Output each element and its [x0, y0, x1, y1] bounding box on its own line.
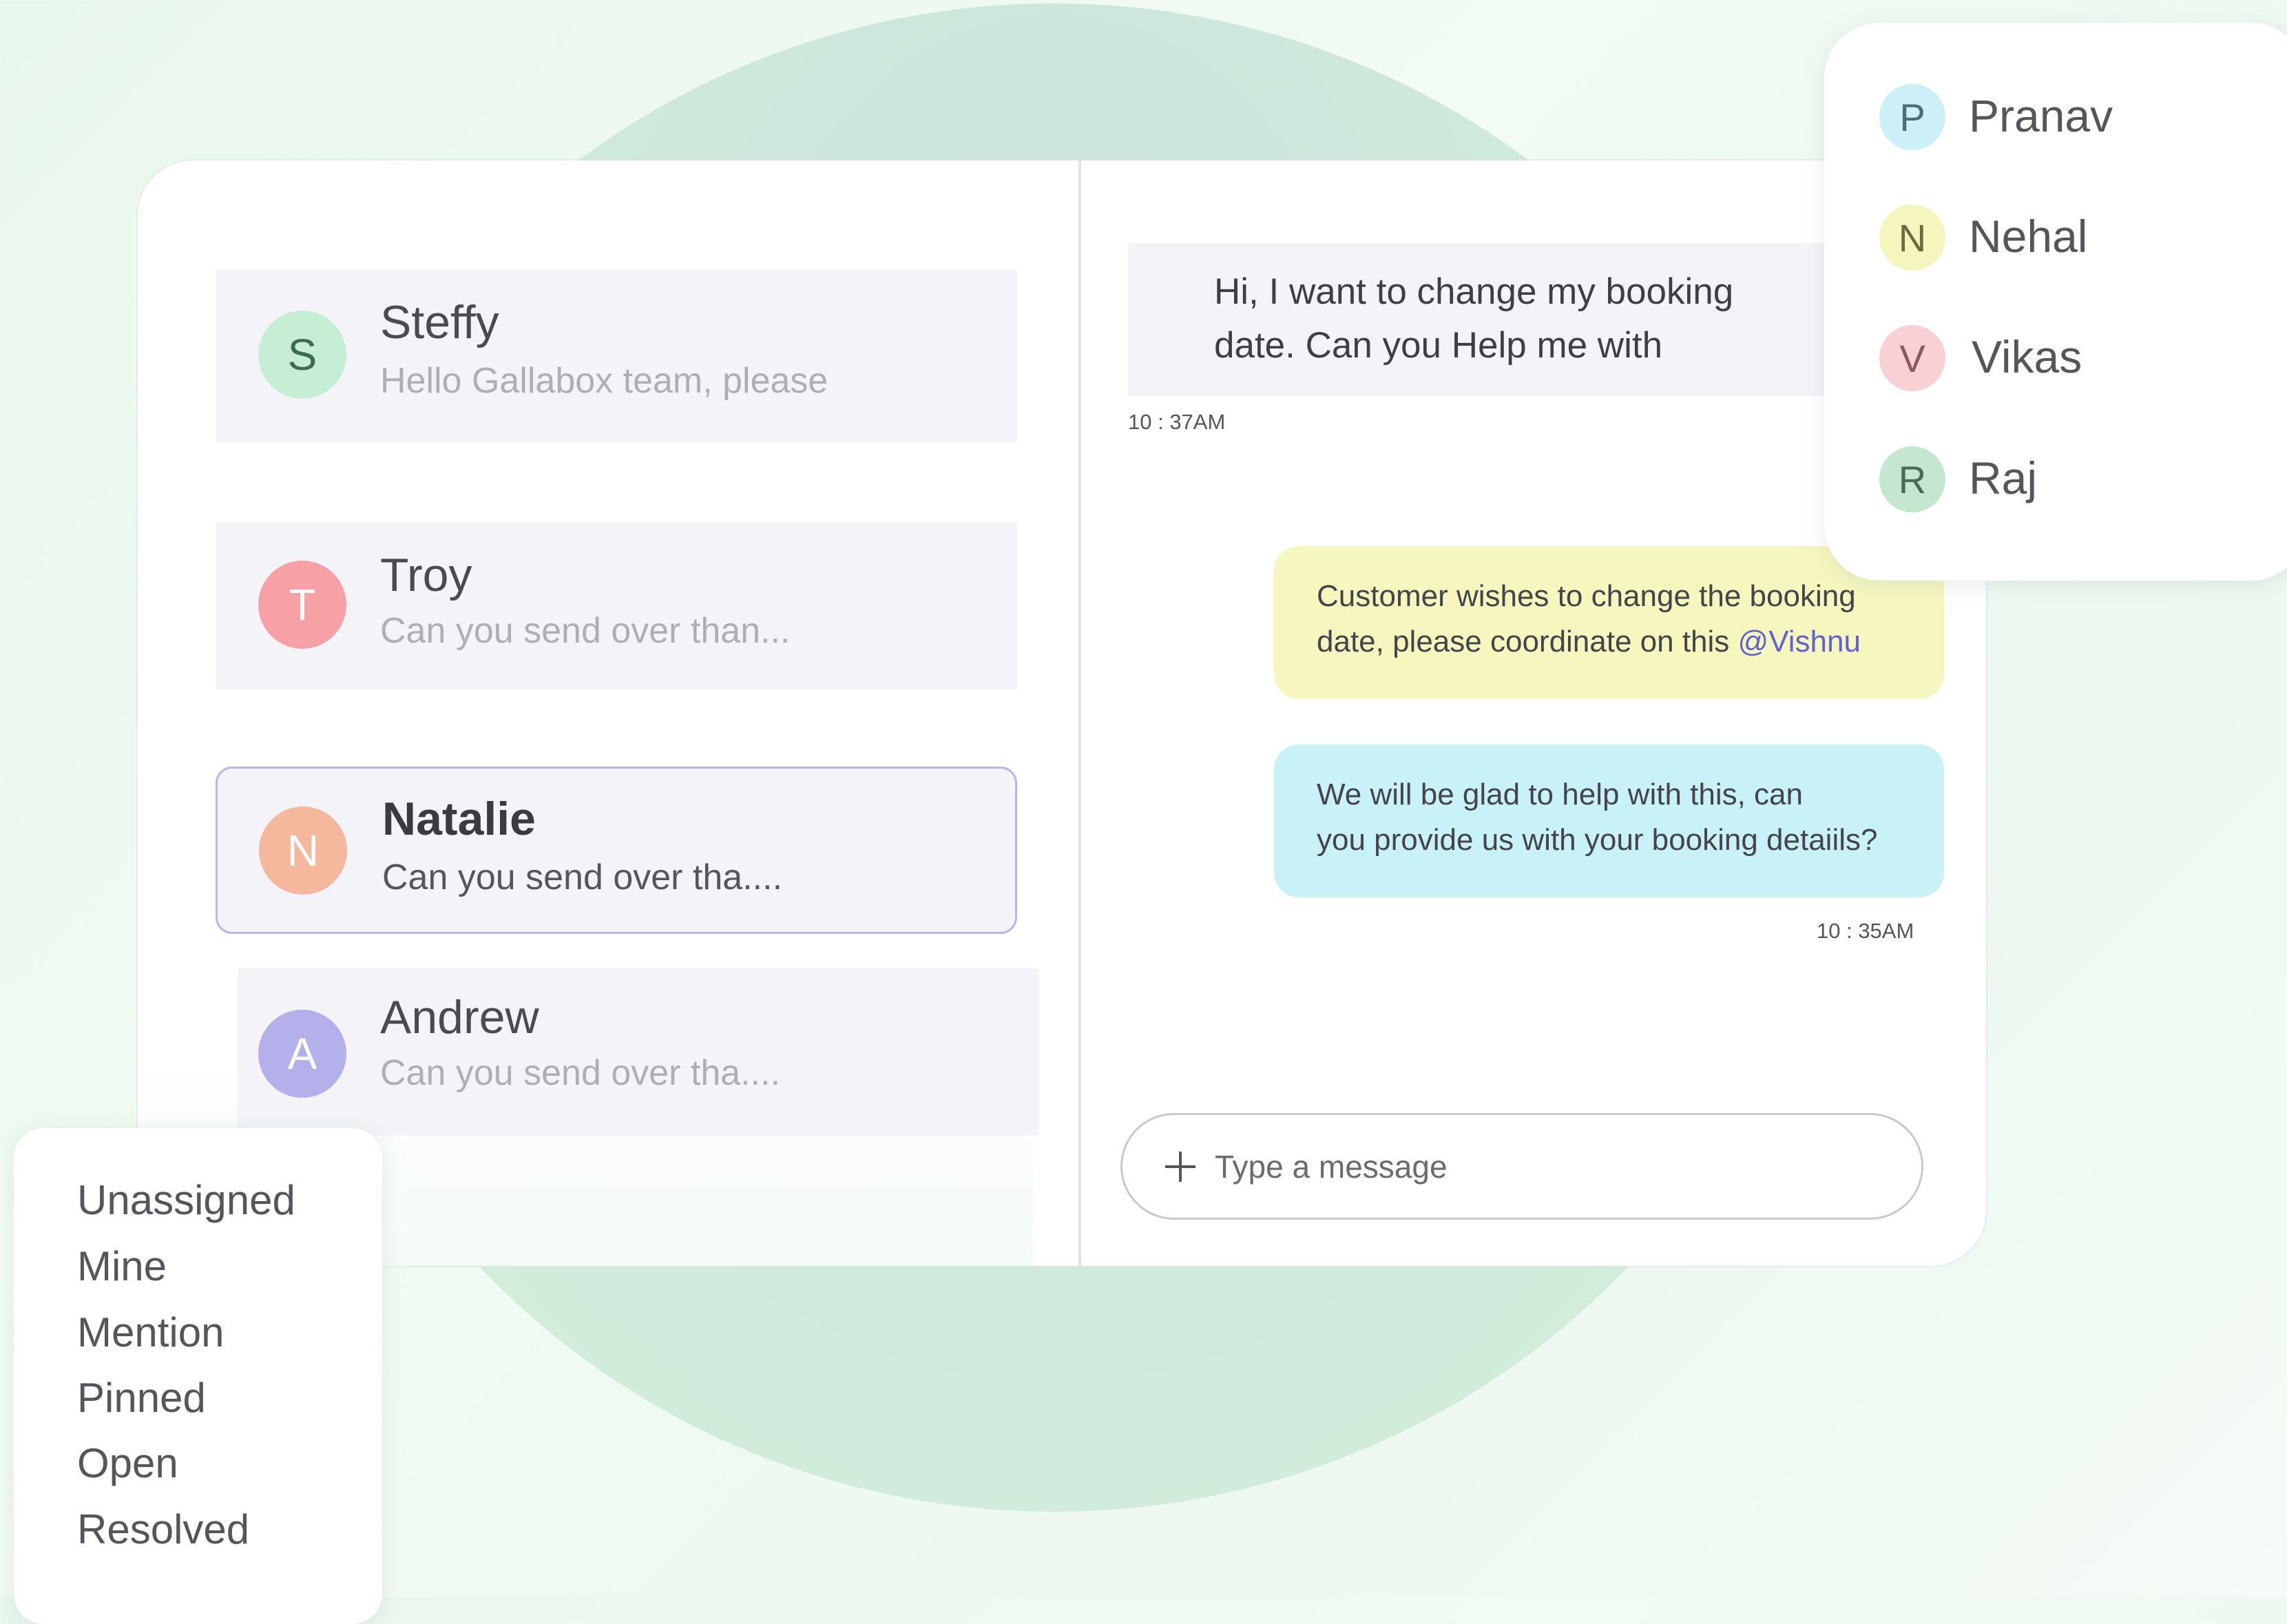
message-line: date, please coordinate on this @Vishnu	[1317, 619, 1944, 665]
agent-name: Raj	[1969, 452, 2038, 503]
conversation-preview: Hello Gallabox team, please	[380, 361, 828, 401]
agent-option-pranav[interactable]: P Pranav	[1879, 84, 2287, 153]
filter-pinned[interactable]: Pinned	[77, 1374, 206, 1422]
agent-option-vikas[interactable]: V Vikas	[1879, 325, 2287, 394]
agent-name: Pranav	[1969, 90, 2113, 141]
conversation-name: Steffy	[380, 296, 499, 348]
panel-divider	[1078, 160, 1081, 1266]
agent-name: Nehal	[1969, 211, 2088, 262]
agent-assign-dropdown: P Pranav N Nehal V Vikas R Raj	[1824, 23, 2287, 581]
avatar: N	[1879, 205, 1945, 271]
conversation-preview: Can you send over tha....	[382, 857, 783, 897]
avatar: S	[258, 311, 346, 399]
outgoing-message: We will be glad to help with this, can y…	[1274, 745, 1944, 897]
agent-option-raj[interactable]: R Raj	[1879, 446, 2287, 515]
conversation-item-natalie[interactable]: N Natalie Can you send over tha....	[216, 767, 1017, 934]
mention-link[interactable]: @Vishnu	[1738, 625, 1861, 658]
conversation-name: Andrew	[380, 991, 539, 1043]
conversation-item-troy[interactable]: T Troy Can you send over than...	[216, 522, 1017, 689]
conversation-filter-menu: Unassigned Mine Mention Pinned Open Reso…	[14, 1128, 382, 1624]
message-composer[interactable]: Type a message	[1120, 1113, 1923, 1220]
conversation-item-steffy[interactable]: S Steffy Hello Gallabox team, please	[216, 269, 1017, 442]
avatar: N	[259, 806, 347, 895]
filter-unassigned[interactable]: Unassigned	[77, 1176, 295, 1224]
message-input-placeholder[interactable]: Type a message	[1215, 1148, 1448, 1185]
incoming-timestamp: 10 : 37AM	[1128, 410, 1226, 434]
agent-option-nehal[interactable]: N Nehal	[1879, 205, 2287, 273]
message-line: Customer wishes to change the booking	[1317, 579, 1856, 613]
filter-open[interactable]: Open	[77, 1439, 178, 1487]
message-line: We will be glad to help with this, can	[1317, 778, 1803, 811]
avatar: P	[1879, 84, 1945, 150]
filter-resolved[interactable]: Resolved	[77, 1506, 249, 1553]
avatar: T	[258, 561, 346, 649]
internal-note-message: Customer wishes to change the booking da…	[1274, 546, 1944, 699]
agent-name: Vikas	[1972, 331, 2082, 382]
message-line: you provide us with your booking detaiil…	[1317, 823, 1878, 857]
conversation-preview: Can you send over tha....	[380, 1053, 781, 1093]
avatar: V	[1879, 325, 1945, 391]
conversation-name: Natalie	[382, 793, 536, 845]
conversation-name: Troy	[380, 549, 472, 601]
conversation-preview: Can you send over than...	[380, 611, 791, 651]
note-text: date, please coordinate on this	[1317, 625, 1738, 658]
avatar: R	[1879, 446, 1945, 512]
avatar: A	[258, 1010, 346, 1098]
outgoing-timestamp: 10 : 35AM	[1817, 919, 1914, 943]
inbox-card: S Steffy Hello Gallabox team, please T T…	[138, 160, 1986, 1266]
filter-mention[interactable]: Mention	[77, 1309, 224, 1356]
conversation-item-andrew[interactable]: A Andrew Can you send over tha....	[238, 968, 1039, 1136]
plus-icon[interactable]	[1165, 1151, 1195, 1182]
filter-mine[interactable]: Mine	[77, 1242, 167, 1290]
